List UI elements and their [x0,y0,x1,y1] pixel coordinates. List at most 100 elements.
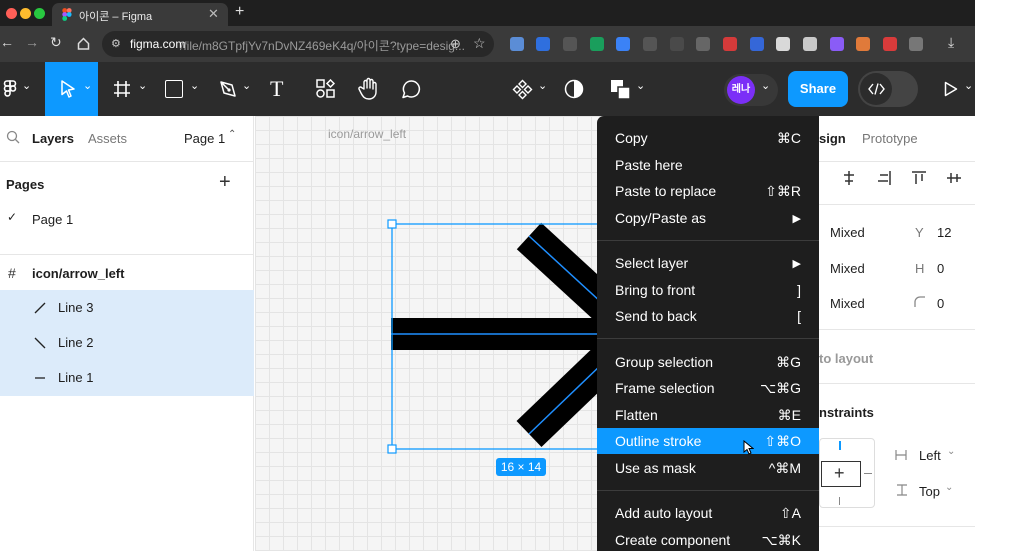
pen-tool-icon[interactable] [218,79,236,98]
boolean-groups-icon[interactable] [610,79,632,100]
layer-row[interactable]: Line 1 [0,360,254,396]
extension-s2-icon[interactable] [616,37,630,51]
tab-layers[interactable]: Layers [32,131,74,146]
menu-item-frame-selection[interactable]: Frame selection ⌥⌘G [597,375,819,401]
menu-item-paste-to-replace[interactable]: Paste to replace ⇧⌘R [597,178,819,204]
downloads-icon[interactable]: ⤓ [948,34,954,51]
boolean-chevron-icon[interactable]: ⌄ [636,79,645,92]
page-list-item[interactable]: ✓ Page 1 [0,206,254,232]
rectangle-tool-icon[interactable] [165,80,183,98]
move-tool-button[interactable]: ⌄ [45,62,98,116]
auto-layout-heading[interactable]: to layout [819,351,873,366]
frame-tool-chevron-icon[interactable]: ⌄ [138,79,147,92]
vertical-constraint-value[interactable]: Top [919,484,940,499]
chevron-down-icon[interactable]: ⌄ [945,482,953,493]
extension-camera-icon[interactable] [696,37,710,51]
frame-tool-icon[interactable] [113,80,131,98]
chevron-down-icon[interactable]: ⌄ [947,446,955,457]
comment-tool-icon[interactable] [401,79,422,100]
extension-screenshot-icon[interactable] [670,37,684,51]
extension-crown-icon[interactable] [563,37,577,51]
multiplayer-avatars[interactable]: 레나 ⌄ [724,74,778,106]
bottom-constraint-marker[interactable] [839,497,840,505]
menu-item-add-auto-layout[interactable]: Add auto layout ⇧A [597,500,819,526]
menu-item-outline-stroke[interactable]: Outline stroke ⇧⌘O [597,428,819,455]
radius-field-value[interactable]: 0 [937,296,944,311]
contrast-mask-icon[interactable] [564,79,584,99]
text-tool-icon[interactable]: T [270,76,283,102]
search-icon[interactable] [6,130,20,144]
tab-prototype[interactable]: Prototype [862,131,918,146]
rotation-field-value[interactable]: Mixed [830,296,865,311]
site-settings-icon[interactable]: ⚙ [111,37,121,50]
close-window-button[interactable] [6,8,17,19]
menu-item-bring-to-front[interactable]: Bring to front ] [597,277,819,303]
extension-eyedropper-icon[interactable] [803,37,817,51]
align-top-icon[interactable] [911,170,927,186]
extensions-puzzle-icon[interactable] [909,37,923,51]
layer-frame-row[interactable]: # icon/arrow_left [0,258,254,290]
home-icon[interactable] [77,37,90,50]
extension-abp-icon[interactable] [883,37,897,51]
figma-menu-icon[interactable] [3,80,17,98]
dev-mode-toggle[interactable] [858,71,918,107]
menu-item-select-layer[interactable]: Select layer ▶ [597,250,819,276]
add-page-icon[interactable]: + [219,171,231,194]
tab-close-icon[interactable]: ✕ [208,6,219,22]
zoom-icon[interactable]: ⊕ [450,36,461,52]
main-menu-chevron-icon[interactable]: ⌄ [22,79,31,92]
minimize-window-button[interactable] [20,8,31,19]
extension-gem-icon[interactable] [830,37,844,51]
forward-icon[interactable]: → [25,34,39,50]
share-button[interactable]: Share [788,71,848,107]
address-bar[interactable]: ⚙ figma.com /file/m8GTpfjYv7nDvNZ469eK4q… [102,31,494,57]
extension-figure-icon[interactable] [856,37,870,51]
menu-item-paste-here[interactable]: Paste here [597,152,819,178]
menu-item-group-selection[interactable]: Group selection ⌘G [597,349,819,375]
bookmark-star-icon[interactable]: ☆ [473,35,486,52]
tab-assets[interactable]: Assets [88,131,127,146]
extension-s-icon[interactable] [510,37,524,51]
present-chevron-icon[interactable]: ⌄ [964,79,973,92]
page-selector[interactable]: Page 1 [184,131,225,146]
menu-item-copy-paste-as[interactable]: Copy/Paste as ▶ [597,205,819,231]
menu-item-create-component[interactable]: Create component ⌥⌘K [597,527,819,551]
extension-translate-icon[interactable] [750,37,764,51]
horizontal-constraint-value[interactable]: Left [919,448,941,463]
top-constraint-marker[interactable] [839,441,841,450]
new-tab-button[interactable]: + [235,3,244,21]
component-icon[interactable] [512,79,533,100]
maximize-window-button[interactable] [34,8,45,19]
frame-canvas-label[interactable]: icon/arrow_left [328,127,406,141]
extension-video-icon[interactable] [723,37,737,51]
back-icon[interactable]: ← [0,34,14,50]
extension-download-icon[interactable] [536,37,550,51]
menu-item-flatten[interactable]: Flatten ⌘E [597,402,819,428]
extension-bird-icon[interactable] [590,37,604,51]
avatar[interactable]: 레나 [727,76,755,104]
menu-item-copy[interactable]: Copy ⌘C [597,125,819,151]
h-field-value[interactable]: 0 [937,261,944,276]
menu-item-send-to-back[interactable]: Send to back [ [597,303,819,329]
extension-calendar-icon[interactable] [776,37,790,51]
pen-tool-chevron-icon[interactable]: ⌄ [242,79,251,92]
extension-fx-icon[interactable] [643,37,657,51]
chevron-up-icon[interactable]: ⌃ [228,129,236,140]
tab-design[interactable]: sign [819,131,846,146]
align-vertical-center-icon[interactable] [946,170,962,186]
x-field-value[interactable]: Mixed [830,225,865,240]
layer-row[interactable]: Line 2 [0,325,254,360]
present-play-icon[interactable] [944,81,958,97]
hand-tool-icon[interactable] [358,77,380,101]
shape-tool-chevron-icon[interactable]: ⌄ [190,79,199,92]
constraints-widget[interactable]: + [819,438,875,508]
align-right-icon[interactable] [876,170,892,186]
w-field-value[interactable]: Mixed [830,261,865,276]
align-horizontal-center-icon[interactable] [841,170,857,186]
component-chevron-icon[interactable]: ⌄ [538,79,547,92]
menu-item-use-as-mask[interactable]: Use as mask ^⌘M [597,455,819,481]
browser-tab[interactable]: 아이콘 – Figma ✕ [52,3,228,26]
right-constraint-marker[interactable] [864,473,872,474]
resources-tool-icon[interactable] [316,79,335,98]
y-field-value[interactable]: 12 [937,225,951,240]
